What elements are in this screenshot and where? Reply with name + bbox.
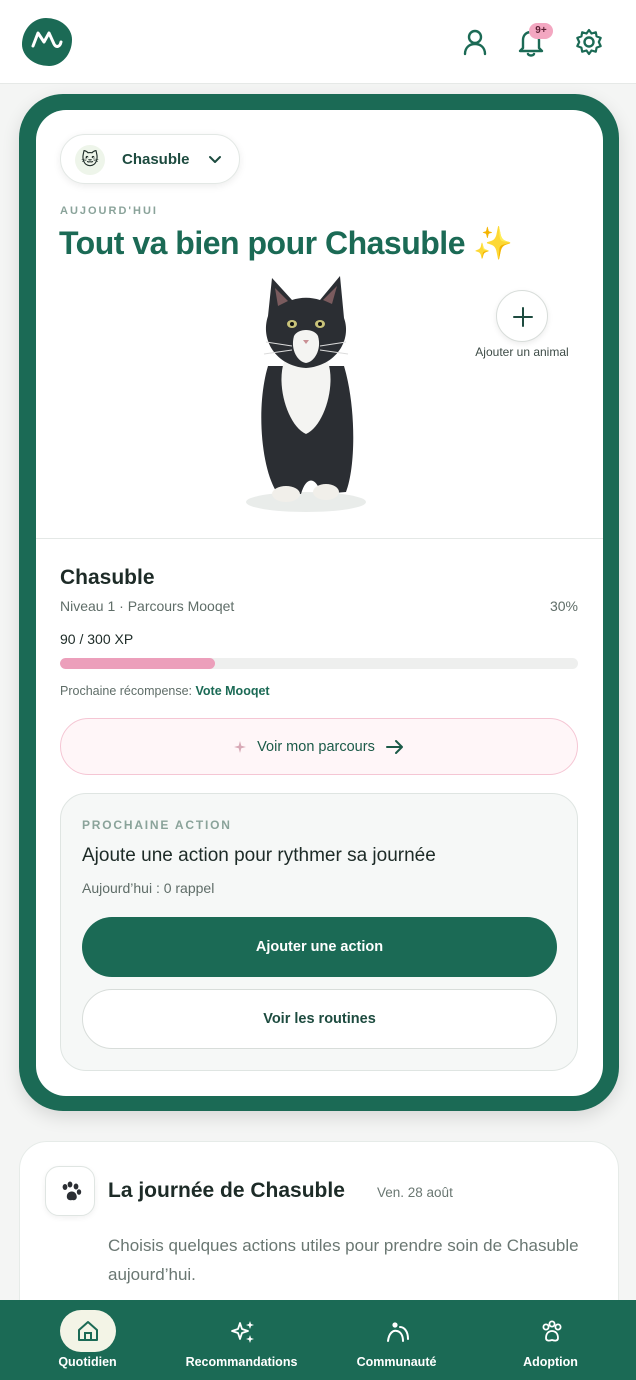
plus-icon bbox=[513, 307, 533, 327]
paw-icon bbox=[523, 1310, 579, 1352]
next-reward: Prochaine récompense: Vote Mooqet bbox=[60, 684, 270, 698]
bottom-tab-bar: Quotidien Recommandations Communauté Ado… bbox=[0, 1300, 636, 1380]
pet-level: Niveau 1 · Parcours Mooqet bbox=[60, 598, 235, 614]
pet-selector-dropdown[interactable]: 🐱 Chasuble bbox=[60, 134, 240, 184]
day-title: La journée de Chasuble bbox=[108, 1179, 345, 1202]
paw-icon bbox=[45, 1166, 95, 1216]
pet-photo bbox=[246, 276, 366, 512]
xp-progress-bar bbox=[60, 658, 578, 669]
next-action-subtitle: Aujourd’hui : 0 rappel bbox=[82, 880, 215, 896]
chevron-down-icon bbox=[209, 156, 221, 163]
sparkles-icon bbox=[214, 1310, 270, 1352]
day-date: Ven. 28 août bbox=[377, 1185, 453, 1200]
hero-card: 🐱 Chasuble AUJOURD'HUI Tout va bien pour… bbox=[36, 110, 603, 1096]
xp-counter: 90 / 300 XP bbox=[60, 631, 134, 647]
tab-adoption[interactable]: Adoption bbox=[471, 1300, 630, 1380]
pet-name: Chasuble bbox=[60, 566, 155, 589]
pet-selector-name: Chasuble bbox=[122, 151, 190, 168]
tab-quotidien[interactable]: Quotidien bbox=[8, 1300, 167, 1380]
tab-communaute[interactable]: Communauté bbox=[317, 1300, 476, 1380]
divider bbox=[36, 538, 603, 539]
day-description: Choisis quelques actions utiles pour pre… bbox=[108, 1236, 579, 1284]
profile-icon[interactable] bbox=[459, 26, 491, 58]
top-header: 9+ bbox=[0, 0, 636, 84]
home-icon bbox=[59, 1310, 116, 1352]
tab-recommandations[interactable]: Recommandations bbox=[162, 1300, 321, 1380]
next-reward-name[interactable]: Vote Mooqet bbox=[196, 684, 270, 698]
view-routines-button[interactable]: Voir les routines bbox=[82, 989, 557, 1049]
hero-title: Tout va bien pour Chasuble ✨ bbox=[59, 224, 513, 262]
community-icon bbox=[369, 1310, 425, 1352]
settings-gear-icon[interactable] bbox=[573, 26, 605, 58]
view-parcours-button[interactable]: Voir mon parcours bbox=[60, 718, 578, 775]
tab-label: Adoption bbox=[523, 1355, 578, 1369]
tab-label: Recommandations bbox=[185, 1355, 298, 1369]
pet-avatar: 🐱 bbox=[75, 145, 105, 175]
notifications-badge: 9+ bbox=[529, 23, 553, 39]
sparkle-icon bbox=[234, 740, 247, 753]
tab-label: Communauté bbox=[356, 1355, 437, 1369]
arrow-right-icon bbox=[385, 739, 403, 754]
xp-progress-fill bbox=[60, 658, 216, 669]
next-action-card: PROCHAINE ACTION Ajoute une action pour … bbox=[60, 793, 578, 1071]
add-animal-button[interactable] bbox=[496, 290, 548, 342]
next-action-title: Ajoute une action pour rythmer sa journé… bbox=[82, 845, 436, 866]
add-animal-label: Ajouter un animal bbox=[475, 345, 569, 359]
progress-percent: 30% bbox=[549, 598, 578, 614]
next-action-eyebrow: PROCHAINE ACTION bbox=[82, 818, 232, 832]
next-reward-prefix: Prochaine récompense: bbox=[60, 684, 193, 698]
tab-label: Quotidien bbox=[58, 1355, 117, 1369]
today-eyebrow: AUJOURD'HUI bbox=[60, 205, 158, 217]
hero-title-text: Tout va bien pour Chasuble bbox=[59, 225, 465, 261]
mooqet-logo-icon[interactable] bbox=[22, 18, 72, 66]
view-parcours-label: Voir mon parcours bbox=[257, 738, 375, 755]
add-action-button[interactable]: Ajouter une action bbox=[82, 917, 557, 977]
sparkles-icon: ✨ bbox=[473, 225, 513, 261]
